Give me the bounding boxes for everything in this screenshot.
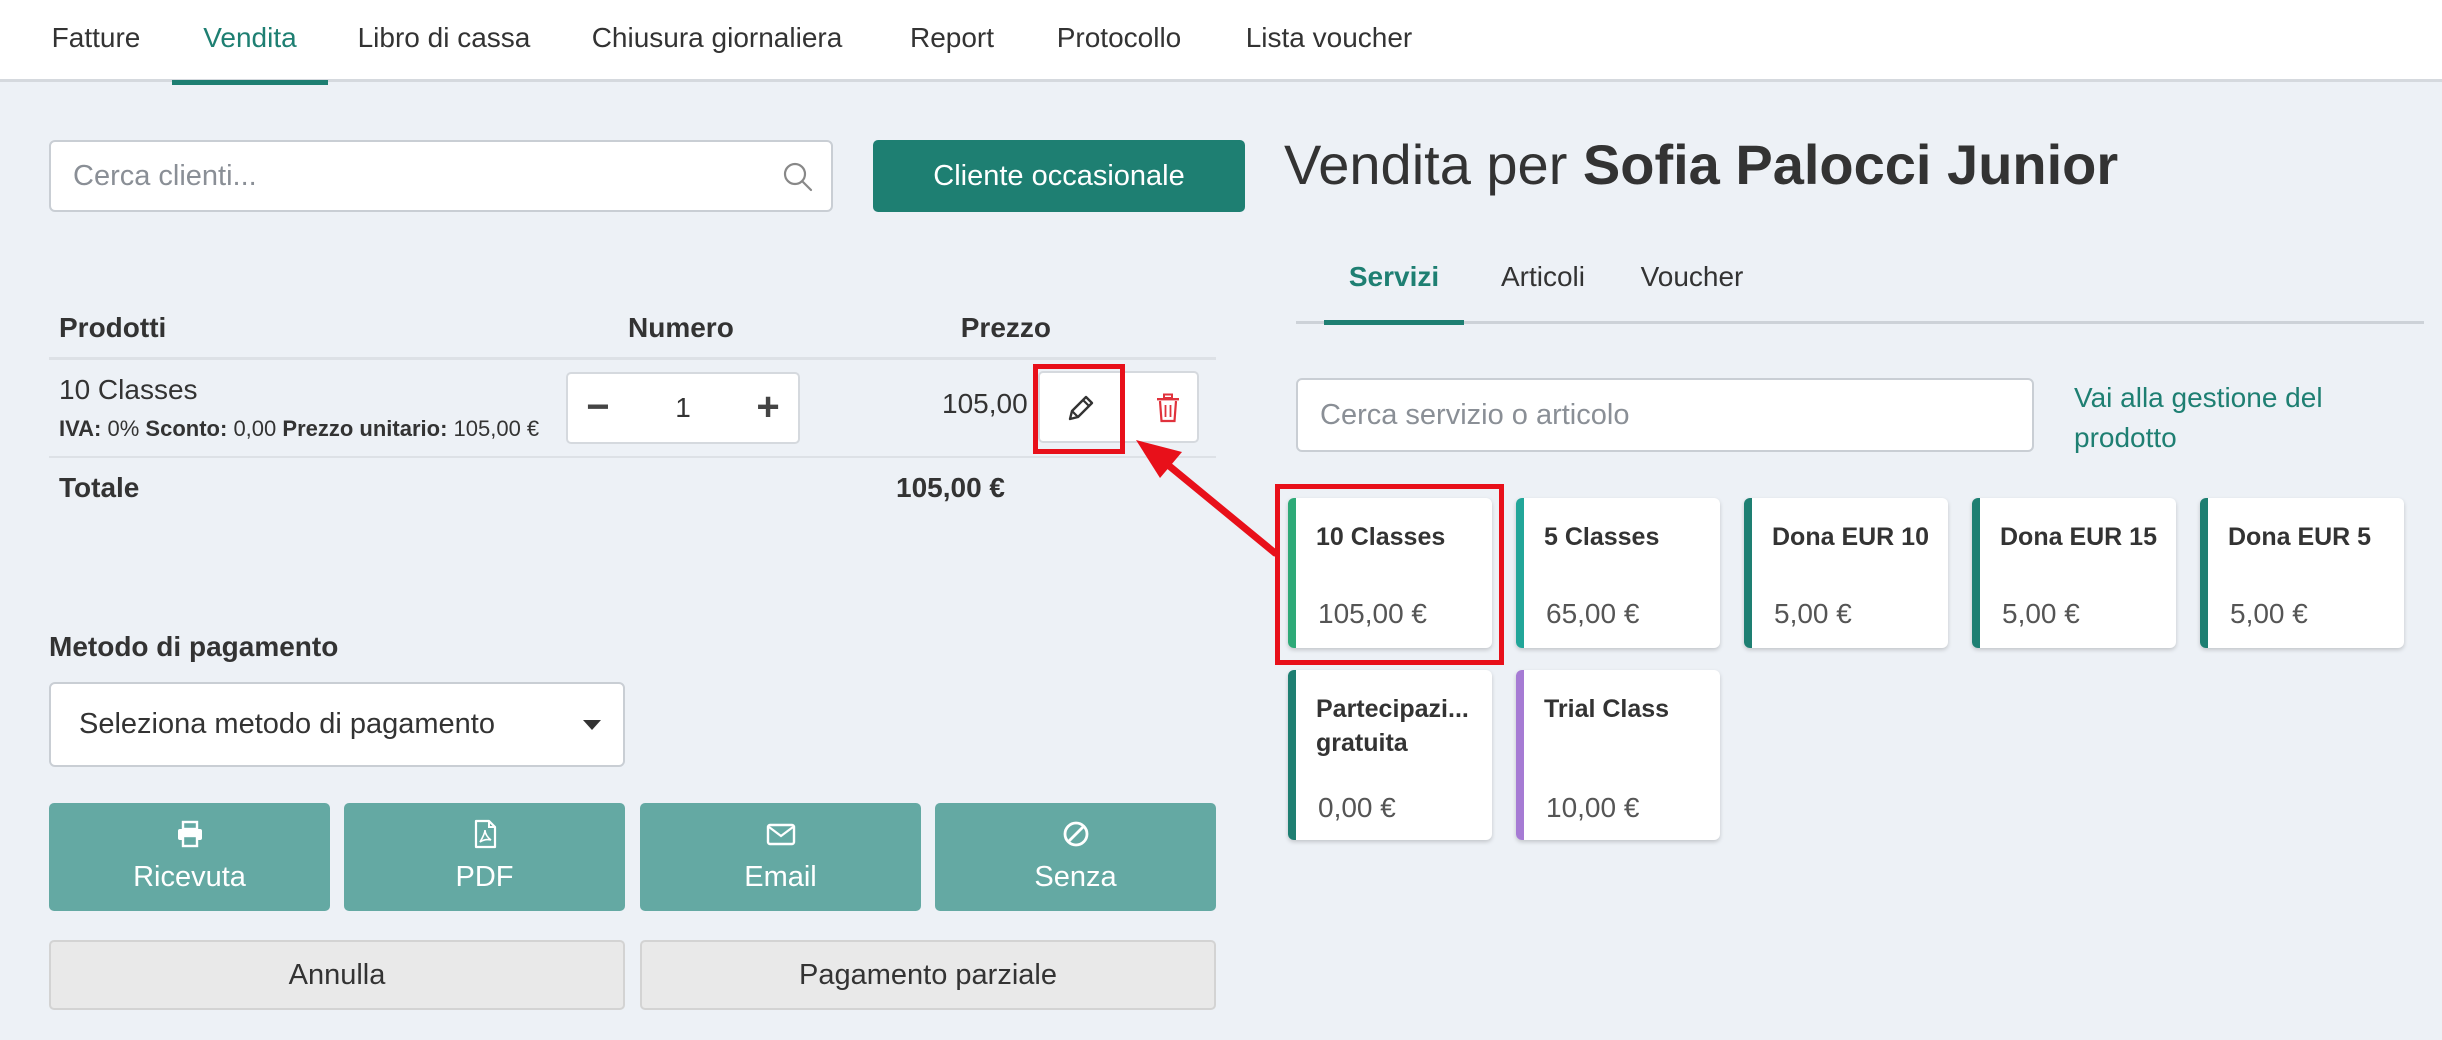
header-price: Prezzo <box>960 312 1051 343</box>
service-color-bar <box>2200 498 2208 648</box>
tab-chiusura-giornaliera[interactable]: Chiusura giornaliera <box>570 0 864 82</box>
product-details: IVA: 0% Sconto: 0,00 Prezzo unitario: 10… <box>59 416 539 442</box>
unit-price-label: Prezzo unitario: <box>282 416 448 441</box>
service-price: 5,00 € <box>2002 598 2080 629</box>
edit-highlight-box <box>1033 364 1125 454</box>
client-search <box>49 140 833 212</box>
tab-lista-voucher[interactable]: Lista voucher <box>1222 0 1436 82</box>
product-management-link[interactable]: Vai alla gestione del prodotto <box>2074 378 2394 458</box>
ban-icon <box>1063 821 1088 847</box>
service-price: 65,00 € <box>1546 598 1640 629</box>
service-price: 0,00 € <box>1318 792 1396 823</box>
search-icon[interactable] <box>781 160 815 194</box>
envelope-icon <box>766 823 795 846</box>
occasional-client-button[interactable]: Cliente occasionale <box>873 140 1245 212</box>
service-search-input[interactable] <box>1320 380 2010 450</box>
partial-payment-button[interactable]: Pagamento parziale <box>640 940 1216 1010</box>
payment-method-selected: Seleziona metodo di pagamento <box>79 708 495 740</box>
service-color-bar <box>1744 498 1752 648</box>
top-navigation: Fatture Vendita Libro di cassa Chiusura … <box>0 0 2442 85</box>
service-name: Partecipazi... gratuita <box>1316 695 1469 757</box>
discount-value: 0,00 <box>233 416 277 441</box>
service-card-dona-eur-5[interactable]: Dona EUR 5 5,00 € <box>2200 498 2404 648</box>
tab-fatture[interactable]: Fatture <box>28 0 164 82</box>
total-label: Totale <box>59 472 140 503</box>
unit-price-value: 105,00 € <box>453 416 540 441</box>
tab-report[interactable]: Report <box>890 0 1014 82</box>
service-name: 5 Classes <box>1544 523 1660 551</box>
quantity-stepper: − 1 + <box>566 372 800 444</box>
header-number: Numero <box>628 312 734 343</box>
total-value: 105,00 € <box>896 472 1005 503</box>
caret-down-icon <box>583 720 601 730</box>
tab-voucher[interactable]: Voucher <box>1622 252 1762 322</box>
pdf-button[interactable]: PDF <box>344 803 625 911</box>
email-button-label: Email <box>744 861 817 893</box>
service-name: Dona EUR 5 <box>2228 523 2372 551</box>
vat-value: 0% <box>107 416 140 441</box>
service-color-bar <box>1972 498 1980 648</box>
tab-servizi[interactable]: Servizi <box>1324 252 1464 325</box>
service-name: Dona EUR 15 <box>2000 523 2157 551</box>
catalog-tabs: Servizi Articoli Voucher <box>1296 252 2424 325</box>
tab-vendita[interactable]: Vendita <box>172 0 328 85</box>
card-highlight-box <box>1275 484 1504 665</box>
tab-protocollo[interactable]: Protocollo <box>1040 0 1198 82</box>
pdf-button-label: PDF <box>455 861 514 893</box>
product-name: 10 Classes <box>59 374 198 405</box>
quantity-value[interactable]: 1 <box>628 374 738 442</box>
service-color-bar <box>1288 670 1296 840</box>
service-search <box>1296 378 2034 452</box>
trash-icon <box>1157 393 1179 423</box>
service-card-partecipazione-gratuita[interactable]: Partecipazi... gratuita 0,00 € <box>1288 670 1492 840</box>
increase-quantity-button[interactable]: + <box>738 374 798 442</box>
receipt-button-label: Ricevuta <box>133 861 246 893</box>
service-name: Dona EUR 10 <box>1772 523 1929 551</box>
service-card-5-classes[interactable]: 5 Classes 65,00 € <box>1516 498 1720 648</box>
cancel-button[interactable]: Annulla <box>49 940 625 1010</box>
pdf-file-icon <box>474 819 496 849</box>
email-button[interactable]: Email <box>640 803 921 911</box>
payment-method-label: Metodo di pagamento <box>49 631 339 662</box>
service-card-trial-class[interactable]: Trial Class 10,00 € <box>1516 670 1720 840</box>
without-button-label: Senza <box>1034 861 1117 893</box>
receipt-button[interactable]: Ricevuta <box>49 803 330 911</box>
payment-method-select[interactable]: Seleziona metodo di pagamento <box>49 682 625 767</box>
service-price: 10,00 € <box>1546 792 1640 823</box>
service-color-bar <box>1516 670 1524 840</box>
sale-prefix: Vendita per <box>1284 133 1568 196</box>
page-title: Vendita per Sofia Palocci Junior <box>1284 132 2118 197</box>
tab-libro-di-cassa[interactable]: Libro di cassa <box>342 0 546 82</box>
vat-label: IVA: <box>59 416 102 441</box>
header-products: Prodotti <box>59 312 167 343</box>
service-color-bar <box>1516 498 1524 648</box>
without-button[interactable]: Senza <box>935 803 1216 911</box>
service-price: 5,00 € <box>2230 598 2308 629</box>
tab-articoli[interactable]: Articoli <box>1478 252 1608 322</box>
delete-product-button[interactable] <box>1139 371 1199 443</box>
service-card-dona-eur-15[interactable]: Dona EUR 15 5,00 € <box>1972 498 2176 648</box>
service-name: Trial Class <box>1544 695 1670 723</box>
products-table-header: Prodotti Numero Prezzo <box>49 300 1216 360</box>
customer-name: Sofia Palocci Junior <box>1582 133 2119 196</box>
service-price: 5,00 € <box>1774 598 1852 629</box>
service-card-dona-eur-10[interactable]: Dona EUR 10 5,00 € <box>1744 498 1948 648</box>
discount-label: Sconto: <box>145 416 228 441</box>
decrease-quantity-button[interactable]: − <box>568 374 628 442</box>
client-search-input[interactable] <box>73 142 753 210</box>
printer-icon <box>177 820 202 848</box>
